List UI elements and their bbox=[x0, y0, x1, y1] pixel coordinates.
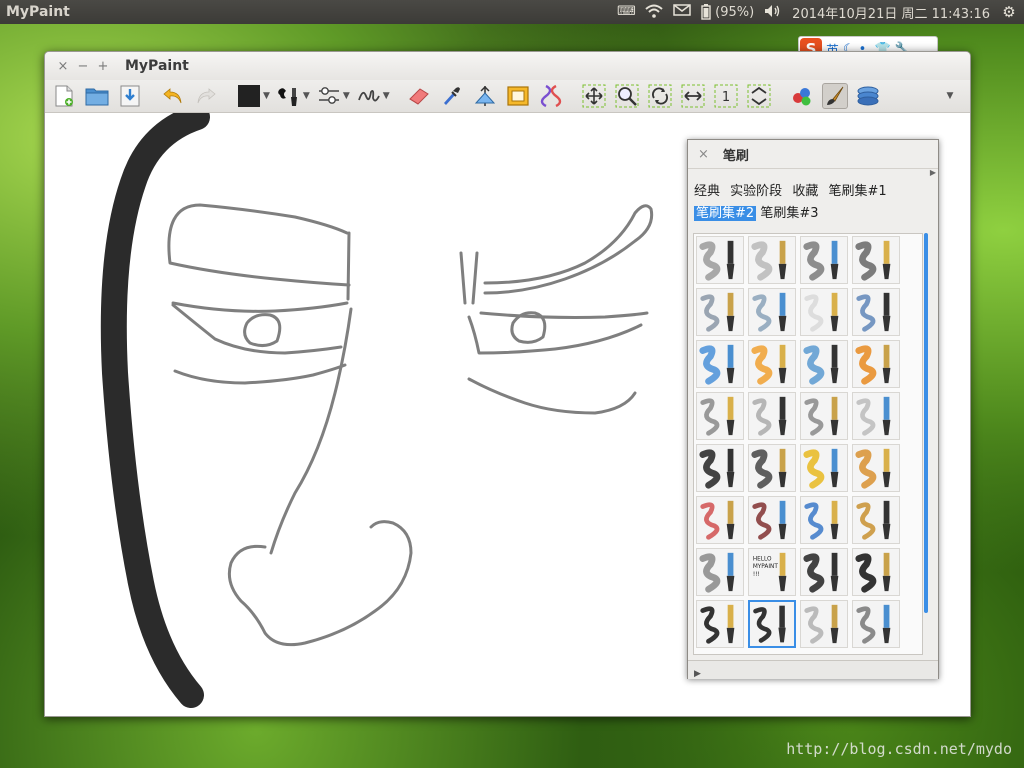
tab-experimental[interactable]: 实验阶段 bbox=[730, 184, 782, 199]
brush-panel-toggle-icon[interactable] bbox=[821, 83, 848, 109]
brush-thumbnail-selected[interactable] bbox=[748, 600, 796, 648]
indicator-area: ⌨ (95%) 2014年10月21日 周二 11:43:16 ⚙ bbox=[617, 3, 1024, 22]
new-document-icon[interactable] bbox=[51, 83, 77, 109]
save-icon[interactable] bbox=[117, 83, 143, 109]
scrollbar[interactable] bbox=[924, 233, 928, 613]
keyboard-indicator-icon[interactable]: ⌨ bbox=[617, 4, 636, 20]
eraser-icon[interactable] bbox=[406, 83, 432, 109]
brush-thumbnail[interactable] bbox=[852, 496, 900, 544]
brush-thumbnail[interactable] bbox=[800, 392, 848, 440]
window-titlebar[interactable]: × − + MyPaint bbox=[45, 52, 970, 80]
brush-thumbnail[interactable] bbox=[800, 288, 848, 336]
brush-thumbnail[interactable] bbox=[748, 288, 796, 336]
battery-indicator[interactable]: (95%) bbox=[701, 4, 754, 20]
stroke-mode-icon[interactable] bbox=[356, 83, 382, 109]
brush-thumbnail[interactable] bbox=[696, 496, 744, 544]
brush-thumbnail[interactable] bbox=[748, 236, 796, 284]
frame-icon[interactable] bbox=[505, 83, 531, 109]
brush-thumbnail[interactable] bbox=[852, 600, 900, 648]
brush-thumbnail[interactable] bbox=[748, 496, 796, 544]
expand-arrow-icon[interactable]: ▶ bbox=[694, 669, 701, 679]
layers-icon[interactable] bbox=[855, 83, 881, 109]
minimize-icon[interactable]: − bbox=[75, 59, 91, 74]
symmetry-icon[interactable] bbox=[472, 83, 498, 109]
wifi-icon[interactable] bbox=[645, 4, 663, 20]
brush-thumbnail[interactable] bbox=[852, 288, 900, 336]
brush-thumbnail[interactable] bbox=[852, 548, 900, 596]
battery-icon bbox=[701, 4, 711, 20]
fit-view-icon[interactable] bbox=[746, 83, 772, 109]
brush-thumbnail[interactable] bbox=[748, 444, 796, 492]
close-icon[interactable]: × bbox=[55, 59, 71, 74]
redo-icon[interactable] bbox=[193, 83, 219, 109]
zoom-icon[interactable] bbox=[614, 83, 640, 109]
open-folder-icon[interactable] bbox=[84, 83, 110, 109]
volume-icon[interactable] bbox=[764, 4, 782, 20]
brush-thumbnail[interactable] bbox=[852, 392, 900, 440]
brush-thumbnail[interactable] bbox=[800, 444, 848, 492]
brush-panel: × 笔刷 ▶ 经典 实验阶段 收藏 笔刷集#1 笔刷集#2 笔刷集#3 HELL… bbox=[687, 139, 939, 679]
active-app-name: MyPaint bbox=[6, 4, 70, 20]
tab-classic[interactable]: 经典 bbox=[694, 184, 720, 199]
more-icon[interactable]: ▼ bbox=[937, 83, 963, 109]
chevron-down-icon[interactable]: ▼ bbox=[383, 91, 390, 101]
brush-panel-footer: ▶ bbox=[688, 660, 938, 679]
tab-set-3[interactable]: 笔刷集#3 bbox=[760, 206, 818, 221]
svg-text:1: 1 bbox=[722, 90, 730, 105]
maximize-icon[interactable]: + bbox=[95, 59, 111, 74]
brush-panel-title: 笔刷 bbox=[722, 148, 749, 164]
brush-thumbnail[interactable] bbox=[696, 288, 744, 336]
top-panel: MyPaint ⌨ (95%) 2014年10月21日 周二 11:43:16 … bbox=[0, 0, 1024, 24]
brush-thumbnail[interactable] bbox=[800, 496, 848, 544]
brush-thumbnail[interactable] bbox=[696, 340, 744, 388]
brush-thumbnail[interactable] bbox=[696, 548, 744, 596]
brush-thumbnail[interactable] bbox=[800, 548, 848, 596]
gear-icon[interactable]: ⚙ bbox=[1000, 4, 1018, 20]
watermark: http://blog.csdn.net/mydo bbox=[786, 740, 1012, 758]
tab-set-2[interactable]: 笔刷集#2 bbox=[694, 206, 757, 221]
brush-label-text: MYPAINT bbox=[753, 564, 779, 570]
mail-icon[interactable] bbox=[673, 4, 691, 20]
brush-thumbnail[interactable] bbox=[748, 340, 796, 388]
window-title: MyPaint bbox=[125, 58, 189, 74]
brush-thumbnail[interactable] bbox=[696, 236, 744, 284]
tab-scroll-right-icon[interactable]: ▶ bbox=[930, 168, 936, 177]
color-picker-icon[interactable] bbox=[439, 83, 465, 109]
close-icon[interactable]: × bbox=[698, 147, 709, 162]
mirror-icon[interactable] bbox=[680, 83, 706, 109]
brush-label-text: !!! bbox=[753, 572, 760, 578]
chevron-down-icon[interactable]: ▼ bbox=[263, 91, 270, 101]
brush-thumbnail[interactable] bbox=[852, 236, 900, 284]
clock[interactable]: 2014年10月21日 周二 11:43:16 bbox=[792, 3, 990, 22]
undo-icon[interactable] bbox=[160, 83, 186, 109]
brush-grid: HELLO MYPAINT!!! bbox=[693, 233, 923, 655]
main-toolbar: ▼ ▼ ▼ ▼ 1 ▼ bbox=[45, 80, 970, 113]
tab-set-1[interactable]: 笔刷集#1 bbox=[828, 184, 886, 199]
brush-thumbnail[interactable] bbox=[852, 340, 900, 388]
brush-thumbnail[interactable] bbox=[696, 444, 744, 492]
brush-thumbnail[interactable] bbox=[800, 340, 848, 388]
reset-zoom-icon[interactable]: 1 bbox=[713, 83, 739, 109]
brush-thumbnail[interactable] bbox=[852, 444, 900, 492]
path-icon[interactable] bbox=[538, 83, 564, 109]
brush-thumbnail[interactable]: HELLO MYPAINT!!! bbox=[748, 548, 796, 596]
brush-label-text: HELLO bbox=[753, 557, 772, 563]
color-swatch-icon[interactable] bbox=[236, 83, 262, 109]
rotate-icon[interactable] bbox=[647, 83, 673, 109]
tab-favorites[interactable]: 收藏 bbox=[792, 184, 818, 199]
color-palette-icon[interactable] bbox=[789, 83, 815, 109]
brush-thumbnail[interactable] bbox=[696, 600, 744, 648]
brush-preset-icon[interactable] bbox=[276, 83, 302, 109]
brush-panel-titlebar[interactable]: × 笔刷 bbox=[688, 140, 938, 169]
brush-thumbnail[interactable] bbox=[696, 392, 744, 440]
battery-percent: (95%) bbox=[715, 4, 755, 20]
chevron-down-icon[interactable]: ▼ bbox=[343, 91, 350, 101]
pan-icon[interactable] bbox=[581, 83, 607, 109]
brush-settings-icon[interactable] bbox=[316, 83, 342, 109]
brush-thumbnail[interactable] bbox=[800, 600, 848, 648]
brush-group-tabs: 经典 实验阶段 收藏 笔刷集#1 笔刷集#2 笔刷集#3 bbox=[688, 169, 938, 229]
chevron-down-icon[interactable]: ▼ bbox=[303, 91, 310, 101]
brush-thumbnail[interactable] bbox=[800, 236, 848, 284]
brush-thumbnail[interactable] bbox=[748, 392, 796, 440]
